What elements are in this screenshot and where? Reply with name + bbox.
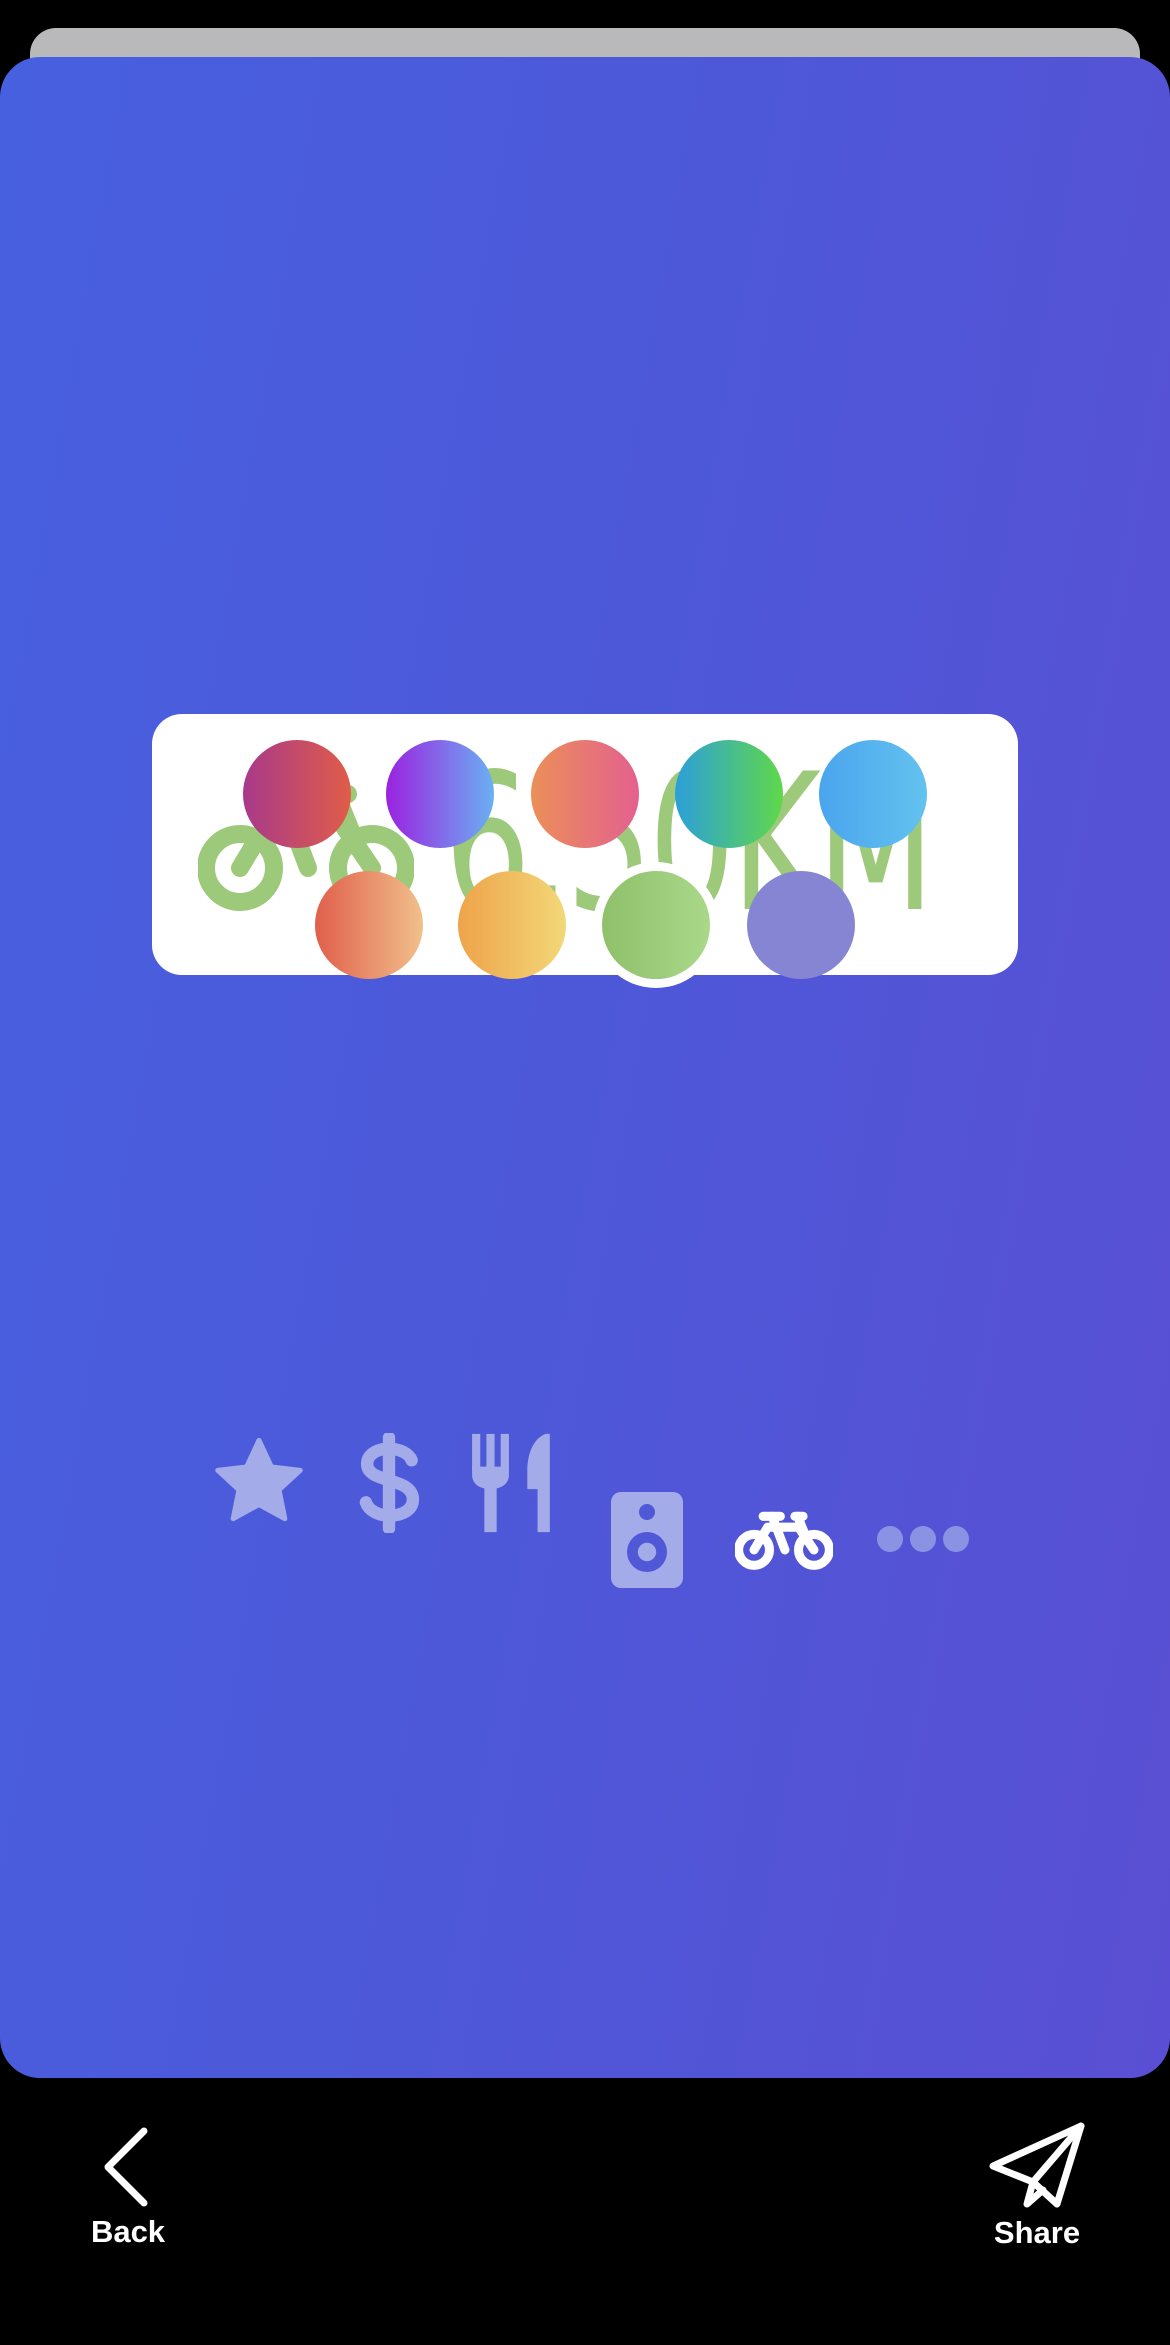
swatch-green[interactable] (602, 871, 710, 979)
swatch-crimson[interactable] (243, 740, 351, 848)
swatch-orange-pink[interactable] (531, 740, 639, 848)
bicycle-icon[interactable] (735, 1508, 833, 1570)
dollar-icon[interactable] (356, 1433, 422, 1533)
swatch-teal-green[interactable] (675, 740, 783, 848)
share-label: Share (993, 2215, 1081, 2250)
swatch-orange-yellow[interactable] (458, 871, 566, 979)
speaker-icon[interactable] (610, 1492, 684, 1588)
swatch-coral-peach[interactable] (315, 871, 423, 979)
back-button[interactable]: Back (78, 2125, 178, 2250)
star-icon[interactable] (209, 1433, 309, 1531)
more-icon[interactable] (876, 1525, 970, 1553)
share-button[interactable]: Share (976, 2120, 1098, 2251)
swatch-purple-blue[interactable] (386, 740, 494, 848)
swatch-sky-blue[interactable] (819, 740, 927, 848)
story-editor-canvas[interactable]: 6.50KM (0, 57, 1170, 2078)
fork-knife-icon[interactable] (468, 1433, 558, 1533)
chevron-left-icon (104, 2127, 148, 2207)
swatch-lavender[interactable] (747, 871, 855, 979)
paper-plane-icon (989, 2122, 1085, 2208)
back-label: Back (90, 2214, 166, 2249)
